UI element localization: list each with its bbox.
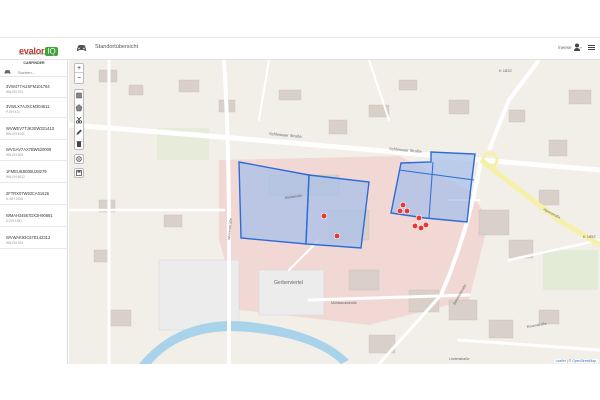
vehicle-marker <box>403 207 411 215</box>
draw-toolbar <box>74 89 84 150</box>
road-label: Rosenstraße <box>526 322 546 329</box>
vehicle-list-item[interactable]: WVWEV7TJK3SW321413 WN-EH 4241 <box>0 120 68 140</box>
map-attribution: Leaflet | © OpenStreetMap <box>553 359 598 363</box>
park-area <box>543 250 598 290</box>
carfinder-sidebar: CARFINDER 3VW477AUSFM101764 WN-RH 231 3V… <box>0 60 68 364</box>
vehicle-marker <box>417 224 425 232</box>
road-label: Schlossser Straße <box>269 131 303 139</box>
page-title: Standortübersicht <box>95 44 139 50</box>
place-label: Gerberviertel <box>274 280 303 286</box>
vehicle-plate: P-RH 421 <box>6 110 20 114</box>
vehicle-list-item[interactable]: 2FTRX07W93CA01626 H-WH 1456 <box>0 185 68 205</box>
vehicle-vin: 1FMEU63E0BU28279 <box>6 169 47 174</box>
vehicle-marker <box>422 221 430 229</box>
road-label: Alpenstraße <box>543 207 562 219</box>
save-icon <box>76 170 82 176</box>
save-tool[interactable] <box>74 168 84 178</box>
user-name[interactable]: meese <box>558 45 572 50</box>
vehicle-vin: WVGAV7AX7BW520009 <box>6 147 52 152</box>
gear-icon <box>76 156 82 162</box>
zoom-in-button[interactable]: + <box>75 64 83 73</box>
top-bar: evalor IQ Die Plattform der Gruppe Stando… <box>0 38 600 60</box>
vehicle-vin: WVWEV7TJK3SW321413 <box>6 126 55 131</box>
app-window: evalor IQ Die Plattform der Gruppe Stando… <box>0 37 600 364</box>
vehicle-plate: WN-EH 4241 <box>6 132 25 136</box>
road-label: K 1832 <box>499 68 512 73</box>
zoom-out-button[interactable]: − <box>75 74 83 83</box>
vehicle-list-item[interactable]: WVWAK93C67E142312 WN-RH 931 <box>0 229 68 249</box>
vehicle-plate: WN-RH 231 <box>6 90 24 94</box>
screen: evalor IQ Die Plattform der Gruppe Stando… <box>0 0 600 400</box>
user-icon[interactable] <box>574 43 582 52</box>
vehicle-marker <box>411 222 419 230</box>
vehicle-plate: WN-EH 805 <box>6 153 24 157</box>
osm-link[interactable]: OpenStreetMap <box>572 359 596 363</box>
delete-icon[interactable] <box>75 138 83 150</box>
search-input[interactable] <box>18 68 66 76</box>
vehicle-marker <box>333 232 341 240</box>
main-road-k1832 <box>487 60 541 151</box>
road-label: Lindenstraße <box>449 357 469 361</box>
vehicle-list-item[interactable]: 3VW477AUSFM101764 WN-RH 231 <box>0 78 68 98</box>
cut-icon[interactable] <box>75 114 83 126</box>
search-row <box>0 67 68 77</box>
logo-tagline: Die Plattform der Gruppe <box>19 52 58 56</box>
draw-rectangle-icon[interactable] <box>75 90 83 102</box>
road-label: K 1857 <box>583 234 596 239</box>
vehicle-vin: 3VWLX7AJXCM304511 <box>6 104 50 109</box>
vehicle-plate: WN-RH 931 <box>6 241 24 245</box>
parking-area <box>258 269 325 316</box>
vehicle-list-item[interactable]: WMAH34567DX2H90681 D-RH 1351 <box>0 207 68 227</box>
vehicle-vin: 2FTRX07W93CA01626 <box>6 191 50 196</box>
car-icon <box>77 45 86 51</box>
sidebar-heading: CARFINDER <box>23 61 45 65</box>
vehicle-marker <box>320 212 328 220</box>
vehicle-plate: WN-EH 6612 <box>6 175 25 179</box>
leaflet-link[interactable]: Leaflet <box>556 359 566 363</box>
vehicle-vin: 3VW477AUSFM101764 <box>6 84 50 89</box>
draw-polygon-icon[interactable] <box>75 102 83 114</box>
zone-right[interactable] <box>390 151 476 223</box>
vehicle-plate: D-RH 1351 <box>6 219 22 223</box>
settings-tool[interactable] <box>74 154 84 164</box>
vehicle-vin: WMAH34567DX2H90681 <box>6 213 53 218</box>
vehicle-list-item[interactable]: 1FMEU63E0BU28279 WN-EH 6612 <box>0 163 68 183</box>
map-canvas[interactable]: Schlossser Straße Schlossser Straße Mühl… <box>69 60 600 364</box>
vehicle-vin: WVWAK93C67E142312 <box>6 235 51 240</box>
vehicle-plate: H-WH 1456 <box>6 197 23 201</box>
road-label: Mühlkanalstraße <box>331 301 357 305</box>
vehicle-marker <box>399 201 407 209</box>
vehicle-marker <box>415 214 423 222</box>
evalor-logo[interactable]: evalor IQ Die Plattform der Gruppe <box>19 41 58 57</box>
map-view[interactable]: Schlossser Straße Schlossser Straße Mühl… <box>69 60 600 364</box>
zoom-control: + − <box>74 63 84 84</box>
menu-icon[interactable] <box>588 44 595 51</box>
edit-icon[interactable] <box>75 126 83 138</box>
car-icon <box>4 70 11 74</box>
vehicle-list-item[interactable]: 3VWLX7AJXCM304511 P-RH 421 <box>0 98 68 118</box>
vehicle-list-item[interactable]: WVGAV7AX7BW520009 WN-EH 805 <box>0 141 68 161</box>
vehicle-marker <box>396 207 404 215</box>
